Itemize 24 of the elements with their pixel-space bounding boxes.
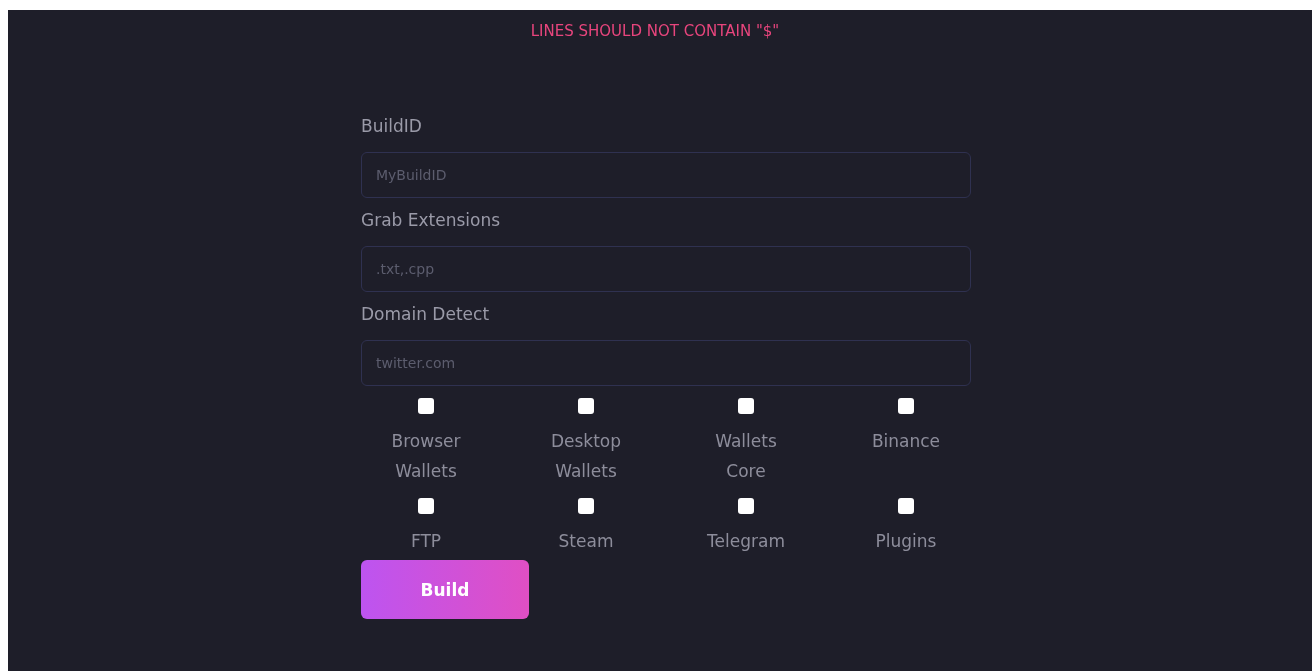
field-label: BuildID <box>361 116 422 136</box>
field-label: Domain Detect <box>361 304 490 324</box>
input-field[interactable]: .txt,.cpp <box>361 246 971 292</box>
checkbox[interactable] <box>898 398 914 414</box>
build-button[interactable]: Build <box>361 560 529 619</box>
checkbox-label: FTP <box>410 530 442 553</box>
checkbox[interactable] <box>738 398 754 414</box>
warning-text: LINES SHOULD NOT CONTAIN "$" <box>530 22 780 40</box>
checkbox[interactable] <box>738 498 754 514</box>
checkbox-label: Telegram <box>707 530 785 553</box>
checkbox-label: Wallets Core <box>714 430 778 483</box>
checkbox-label: Steam <box>558 530 614 553</box>
checkbox[interactable] <box>578 498 594 514</box>
checkbox[interactable] <box>418 398 434 414</box>
checkbox[interactable] <box>418 498 434 514</box>
input-field[interactable]: twitter.com <box>361 340 971 386</box>
checkbox-label: Desktop Wallets <box>549 430 623 483</box>
input-field[interactable]: MyBuildID <box>361 152 971 198</box>
checkbox[interactable] <box>898 498 914 514</box>
checkbox-label: Plugins <box>875 530 937 553</box>
checkbox[interactable] <box>578 398 594 414</box>
field-label: Grab Extensions <box>361 210 501 230</box>
checkbox-label: Binance <box>871 430 941 453</box>
checkbox-label: Browser Wallets <box>390 430 462 483</box>
